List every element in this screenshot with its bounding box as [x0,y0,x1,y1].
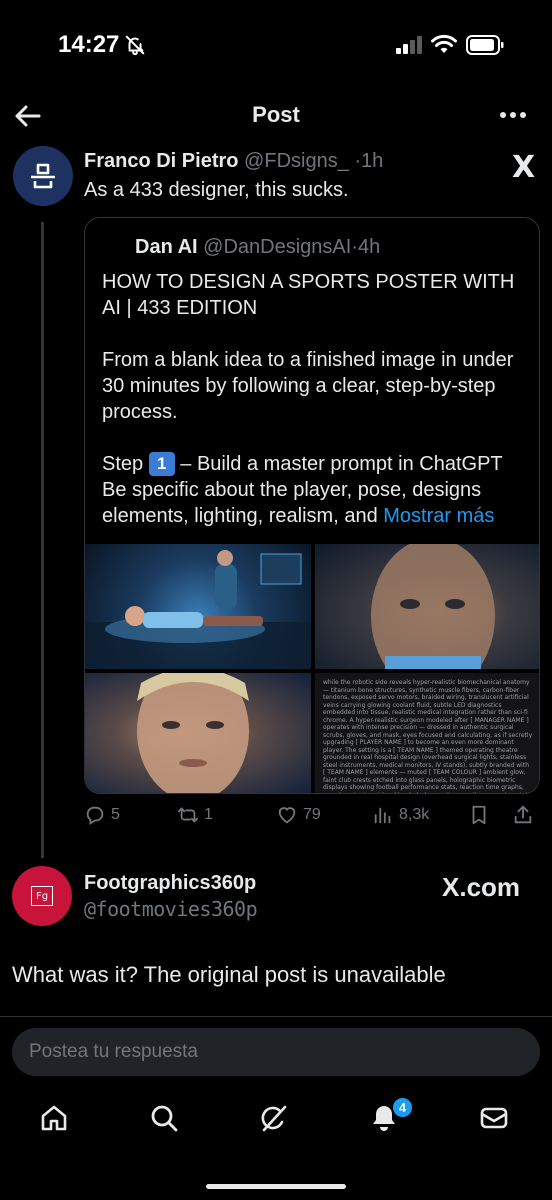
quoted-time: 4h [358,236,381,258]
share-icon [514,805,532,824]
reply-button[interactable]: 5 [84,804,120,826]
media-prompt-text: while the robotic side reveals hyper-rea… [323,679,533,793]
quoted-text: HOW TO DESIGN A SPORTS POSTER WITH AI | … [102,269,532,529]
x-com-logo: X.com [442,872,521,902]
media-grid: while the robotic side reveals hyper-rea… [85,544,539,793]
post-author-line: Franco Di Pietro @FDsigns_ ·1h [84,150,383,173]
reply-author-name[interactable]: Footgraphics360p [84,872,256,895]
footgraphics-logo: Fg [31,886,53,906]
signal-icon [396,36,422,54]
status-bar: 14:27 [0,0,552,90]
like-count: 79 [303,806,321,823]
notification-badge: 4 [392,1097,413,1118]
nav-search[interactable] [148,1102,184,1138]
grok-icon [261,1105,287,1132]
messages-icon [480,1107,508,1129]
battery-icon [466,35,504,55]
portrait-illustration [137,673,249,793]
author-avatar[interactable] [13,146,73,206]
like-button[interactable]: 79 [276,804,321,826]
bookmark-icon [472,805,486,825]
repost-count: 1 [204,806,213,823]
surgery-illustration [85,550,311,669]
more-horizontal-icon[interactable] [496,102,530,128]
reply-text: What was it? The original post is unavai… [12,962,446,987]
bookmark-button[interactable] [468,804,490,826]
quoted-paragraph: From a blank idea to a finished image in… [102,349,514,423]
x-logo-icon: X [512,150,536,185]
repost-button[interactable]: 1 [177,804,213,826]
media-image-manager-portrait[interactable] [315,544,539,669]
quoted-paragraph: Step 1 – Build a master prompt in ChatGP… [102,451,532,477]
view-count: 8,3k [399,806,430,823]
keycap-one-icon: 1 [148,452,175,476]
quoted-post[interactable]: Dan AI @DanDesignsAI·4h HOW TO DESIGN A … [84,217,540,794]
nav-messages[interactable] [478,1102,514,1138]
post-time: 1h [361,150,384,172]
step-label: Step [102,453,144,475]
status-time: 14:27 [58,31,120,58]
media-image-surgery[interactable] [85,544,311,669]
bar-chart-icon [374,807,391,824]
quoted-author-handle: @DanDesignsAI [203,236,352,258]
quoted-author-name: Dan AI [135,236,198,258]
share-button[interactable] [512,804,534,826]
reply-author-handle[interactable]: @footmovies360p [84,897,258,921]
compose-divider [0,1016,552,1017]
quoted-author-line: Dan AI @DanDesignsAI·4h [135,236,380,259]
post-header: Post [0,92,552,140]
home-indicator [206,1184,346,1189]
show-more-link[interactable]: Mostrar más [383,505,494,527]
nav-home[interactable] [38,1102,74,1138]
reply-author-avatar[interactable]: Fg [12,866,72,926]
author-handle[interactable]: @FDsigns_ [244,150,349,172]
portrait-illustration [371,544,495,669]
reply-compose-input[interactable] [12,1028,540,1076]
step-text: – Build a master prompt in ChatGPT [180,453,503,475]
search-icon [151,1105,178,1132]
post-text: As a 433 designer, this sucks. [84,179,349,201]
bottom-nav [0,1092,552,1152]
quoted-separator: · [351,236,358,258]
reply-icon [86,806,104,825]
views-button[interactable]: 8,3k [372,804,429,826]
wifi-icon [431,34,457,53]
page-title: Post [252,102,300,127]
author-name[interactable]: Franco Di Pietro [84,150,238,172]
bell-off-icon [125,35,145,56]
heart-icon [278,807,296,824]
quoted-paragraph: HOW TO DESIGN A SPORTS POSTER WITH AI | … [102,271,515,319]
home-icon [41,1105,67,1131]
nav-grok[interactable] [258,1102,294,1138]
reply-count: 5 [111,806,120,823]
repost-icon [177,807,199,823]
quoted-author-avatar [101,232,129,260]
thread-line [41,222,44,858]
post-actions: 5 1 79 8,3k [84,804,540,834]
fdsigns-logo-icon [31,163,55,189]
media-image-prompt-text[interactable]: while the robotic side reveals hyper-rea… [315,673,539,793]
media-image-player-portrait[interactable] [85,673,311,793]
quoted-paragraph: Be specific about the player, pose, desi… [102,477,532,529]
